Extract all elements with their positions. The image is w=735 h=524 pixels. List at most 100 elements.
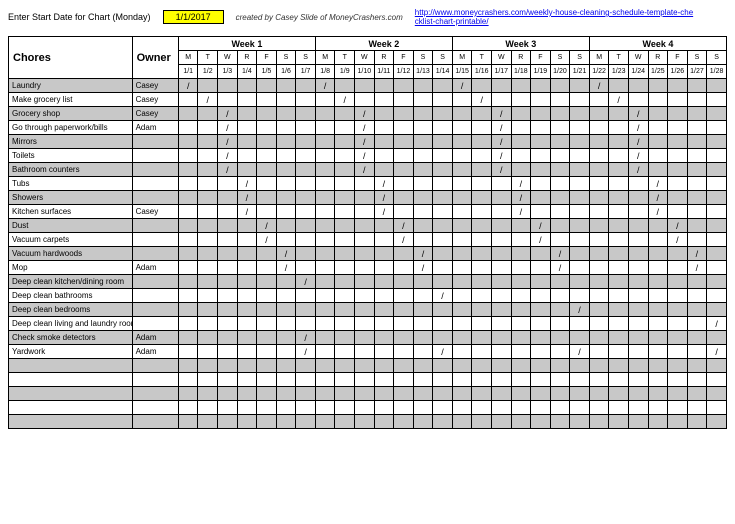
day-cell[interactable] (198, 261, 218, 275)
day-cell[interactable] (609, 233, 629, 247)
day-cell[interactable] (570, 79, 590, 93)
day-cell[interactable] (668, 387, 688, 401)
day-cell[interactable] (276, 79, 296, 93)
day-cell[interactable] (218, 373, 238, 387)
day-cell[interactable] (374, 275, 394, 289)
owner-name-cell[interactable]: Adam (132, 121, 178, 135)
day-cell[interactable] (589, 135, 609, 149)
owner-name-cell[interactable] (132, 415, 178, 429)
day-cell[interactable]: / (198, 93, 218, 107)
day-cell[interactable] (374, 303, 394, 317)
day-cell[interactable] (472, 317, 492, 331)
chore-name-cell[interactable]: Showers (9, 191, 133, 205)
day-cell[interactable] (198, 289, 218, 303)
chore-name-cell[interactable]: Deep clean bathrooms (9, 289, 133, 303)
day-cell[interactable] (374, 359, 394, 373)
day-cell[interactable] (178, 401, 198, 415)
day-cell[interactable] (237, 415, 257, 429)
day-cell[interactable] (589, 177, 609, 191)
day-cell[interactable] (628, 205, 648, 219)
day-cell[interactable] (394, 345, 414, 359)
chore-name-cell[interactable]: Bathroom counters (9, 163, 133, 177)
day-cell[interactable] (355, 93, 375, 107)
day-cell[interactable] (589, 359, 609, 373)
day-cell[interactable] (413, 415, 433, 429)
day-cell[interactable] (589, 261, 609, 275)
day-cell[interactable] (687, 121, 707, 135)
day-cell[interactable] (589, 107, 609, 121)
day-cell[interactable] (687, 219, 707, 233)
day-cell[interactable] (687, 387, 707, 401)
day-cell[interactable] (707, 233, 727, 247)
day-cell[interactable] (628, 233, 648, 247)
chore-name-cell[interactable]: Mop (9, 261, 133, 275)
day-cell[interactable]: / (550, 247, 570, 261)
day-cell[interactable] (355, 191, 375, 205)
day-cell[interactable] (570, 247, 590, 261)
day-cell[interactable]: / (296, 331, 316, 345)
day-cell[interactable] (589, 121, 609, 135)
day-cell[interactable] (531, 107, 551, 121)
day-cell[interactable] (433, 359, 453, 373)
day-cell[interactable] (335, 275, 355, 289)
chore-name-cell[interactable]: Mirrors (9, 135, 133, 149)
day-cell[interactable] (628, 247, 648, 261)
day-cell[interactable] (648, 387, 668, 401)
day-cell[interactable] (257, 79, 277, 93)
day-cell[interactable] (550, 149, 570, 163)
day-cell[interactable] (413, 177, 433, 191)
day-cell[interactable] (276, 163, 296, 177)
day-cell[interactable]: / (491, 135, 511, 149)
day-cell[interactable] (668, 93, 688, 107)
day-cell[interactable]: / (218, 163, 238, 177)
day-cell[interactable] (257, 275, 277, 289)
day-cell[interactable] (570, 219, 590, 233)
day-cell[interactable] (394, 415, 414, 429)
day-cell[interactable] (374, 219, 394, 233)
day-cell[interactable]: / (178, 79, 198, 93)
day-cell[interactable] (452, 289, 472, 303)
day-cell[interactable] (550, 359, 570, 373)
day-cell[interactable]: / (491, 107, 511, 121)
day-cell[interactable]: / (218, 107, 238, 121)
chore-name-cell[interactable]: Kitchen surfaces (9, 205, 133, 219)
day-cell[interactable] (433, 261, 453, 275)
day-cell[interactable] (570, 415, 590, 429)
day-cell[interactable] (628, 373, 648, 387)
day-cell[interactable] (296, 303, 316, 317)
day-cell[interactable] (648, 345, 668, 359)
day-cell[interactable] (531, 387, 551, 401)
day-cell[interactable] (394, 303, 414, 317)
day-cell[interactable] (668, 359, 688, 373)
day-cell[interactable] (570, 261, 590, 275)
day-cell[interactable] (433, 275, 453, 289)
day-cell[interactable] (648, 401, 668, 415)
day-cell[interactable] (315, 373, 335, 387)
day-cell[interactable] (668, 401, 688, 415)
day-cell[interactable]: / (218, 149, 238, 163)
day-cell[interactable] (472, 107, 492, 121)
day-cell[interactable] (335, 359, 355, 373)
day-cell[interactable]: / (628, 107, 648, 121)
day-cell[interactable] (648, 373, 668, 387)
day-cell[interactable] (335, 401, 355, 415)
day-cell[interactable] (276, 107, 296, 121)
day-cell[interactable] (531, 359, 551, 373)
day-cell[interactable]: / (218, 121, 238, 135)
day-cell[interactable] (570, 401, 590, 415)
day-cell[interactable] (511, 219, 531, 233)
day-cell[interactable]: / (628, 121, 648, 135)
day-cell[interactable] (355, 331, 375, 345)
chore-name-cell[interactable]: Make grocery list (9, 93, 133, 107)
day-cell[interactable] (276, 149, 296, 163)
day-cell[interactable] (335, 177, 355, 191)
day-cell[interactable] (648, 121, 668, 135)
day-cell[interactable] (413, 275, 433, 289)
day-cell[interactable] (374, 373, 394, 387)
day-cell[interactable] (198, 149, 218, 163)
day-cell[interactable] (531, 331, 551, 345)
day-cell[interactable] (531, 93, 551, 107)
start-date-input[interactable]: 1/1/2017 (163, 10, 224, 24)
day-cell[interactable] (511, 289, 531, 303)
day-cell[interactable] (531, 163, 551, 177)
